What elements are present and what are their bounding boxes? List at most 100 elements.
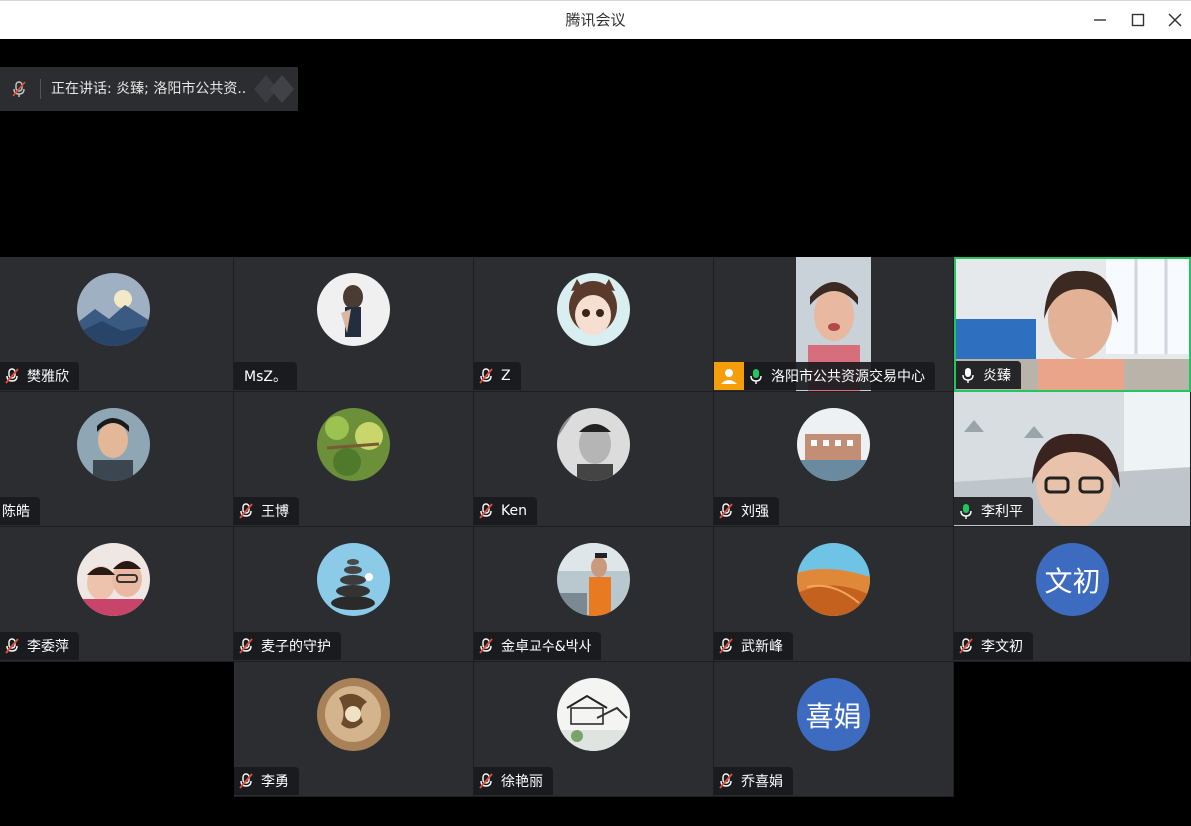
participant-tile[interactable]: 文初 李文初 — [954, 527, 1191, 662]
participant-tile[interactable]: 王博 — [234, 392, 474, 527]
nametag: MsZ。 — [234, 362, 297, 390]
participant-tile[interactable]: 陈皓 — [0, 392, 234, 527]
cartoon-avatar — [557, 273, 630, 346]
host-badge — [714, 362, 744, 390]
nametag: 李文初 — [954, 632, 1033, 660]
speaking-text: 正在讲话: 炎臻; 洛阳市公共资.. — [51, 81, 247, 97]
building-avatar — [797, 408, 870, 481]
empty-tile — [954, 662, 1191, 797]
participant-tile[interactable]: 李勇 — [234, 662, 474, 797]
nametag: 徐艳丽 — [474, 767, 553, 795]
participant-tile[interactable]: 喜娟 乔喜娟 — [714, 662, 954, 797]
mic-active-icon[interactable] — [745, 365, 767, 387]
participant-tile[interactable]: MsZ。 — [234, 257, 474, 392]
minimize-icon — [1094, 19, 1106, 21]
diamond-pattern-icon — [254, 75, 294, 103]
mic-muted-icon[interactable] — [475, 770, 497, 792]
mic-muted-icon[interactable] — [235, 635, 257, 657]
close-icon — [1168, 13, 1182, 27]
art-avatar — [317, 678, 390, 751]
nametag: 王博 — [234, 497, 299, 525]
nametag: 李勇 — [234, 767, 299, 795]
nametag: 麦子的守护 — [234, 632, 341, 660]
mic-active-icon[interactable] — [957, 364, 979, 386]
nametag: Z — [474, 362, 521, 390]
participant-name: 王博 — [261, 504, 289, 520]
nametag: 李利平 — [954, 497, 1033, 525]
title-bar: 腾讯会议 — [0, 0, 1191, 39]
speaking-fade — [248, 67, 298, 111]
participant-name: 陈皓 — [2, 504, 30, 520]
participant-name: 乔喜娟 — [741, 774, 783, 790]
nametag: 武新峰 — [714, 632, 793, 660]
mic-muted-icon[interactable] — [715, 500, 737, 522]
text-avatar: 文初 — [1036, 543, 1109, 616]
plant-avatar — [317, 408, 390, 481]
participant-name: Z — [501, 368, 511, 384]
participant-name: 徐艳丽 — [501, 774, 543, 790]
mic-active-icon[interactable] — [955, 500, 977, 522]
speaking-indicator[interactable]: 正在讲话: 炎臻; 洛阳市公共资.. — [0, 67, 298, 111]
participant-name: 武新峰 — [741, 639, 783, 655]
mic-muted-icon[interactable] — [475, 500, 497, 522]
window-title: 腾讯会议 — [565, 11, 626, 29]
mic-muted-icon — [10, 80, 28, 102]
nametag: Ken — [474, 497, 537, 525]
mic-muted-icon[interactable] — [1, 365, 23, 387]
nametag: 陈皓 — [0, 497, 40, 525]
participant-tile[interactable]: 刘强 — [714, 392, 954, 527]
mic-muted-icon[interactable] — [715, 770, 737, 792]
mic-muted-icon[interactable] — [1, 635, 23, 657]
participant-tile[interactable]: Ken — [474, 392, 714, 527]
empty-tile — [0, 662, 234, 797]
participant-tile[interactable]: 金卓교수&박사 — [474, 527, 714, 662]
nametag: 李委萍 — [0, 632, 79, 660]
participant-name: 李勇 — [261, 774, 289, 790]
participant-name: MsZ。 — [244, 369, 287, 385]
mic-muted-icon[interactable] — [475, 635, 497, 657]
person-icon — [721, 369, 737, 384]
participant-name: 麦子的守护 — [261, 639, 331, 655]
participant-tile[interactable]: 徐艳丽 — [474, 662, 714, 797]
stones-avatar — [317, 543, 390, 616]
participant-name: Ken — [501, 503, 527, 519]
nametag: 乔喜娟 — [714, 767, 793, 795]
text-avatar: 喜娟 — [797, 678, 870, 751]
mic-muted-icon[interactable] — [235, 500, 257, 522]
sketch-avatar — [557, 678, 630, 751]
minimize-button[interactable] — [1086, 7, 1114, 33]
nametag: 洛阳市公共资源交易中心 — [744, 362, 935, 390]
maximize-icon — [1131, 13, 1145, 27]
participant-tile[interactable]: 李委萍 — [0, 527, 234, 662]
participant-tile[interactable]: 麦子的守护 — [234, 527, 474, 662]
photo-avatar — [77, 408, 150, 481]
participant-tile[interactable]: Z — [474, 257, 714, 392]
participant-tile[interactable]: 李利平 — [954, 392, 1191, 527]
photo-avatar — [557, 543, 630, 616]
participant-name: 李委萍 — [27, 639, 69, 655]
close-button[interactable] — [1161, 7, 1189, 33]
divider — [40, 79, 41, 99]
landscape-avatar — [77, 273, 150, 346]
desert-avatar — [797, 543, 870, 616]
mic-muted-icon[interactable] — [955, 635, 977, 657]
participant-name: 樊雅欣 — [27, 369, 69, 385]
participant-name: 李文初 — [981, 639, 1023, 655]
participant-name: 金卓교수&박사 — [501, 639, 592, 655]
participant-name: 刘强 — [741, 504, 769, 520]
nametag: 炎臻 — [956, 361, 1021, 389]
maximize-button[interactable] — [1124, 7, 1152, 33]
photo-avatar — [557, 408, 630, 481]
mic-muted-icon[interactable] — [475, 365, 497, 387]
participant-name: 炎臻 — [983, 368, 1011, 384]
participant-tile[interactable]: 樊雅欣 — [0, 257, 234, 392]
nametag: 金卓교수&박사 — [474, 632, 602, 660]
mic-muted-icon[interactable] — [235, 770, 257, 792]
nametag: 刘强 — [714, 497, 779, 525]
nametag: 樊雅欣 — [0, 362, 79, 390]
mic-muted-icon[interactable] — [715, 635, 737, 657]
participant-tile[interactable]: 武新峰 — [714, 527, 954, 662]
participant-tile[interactable]: 洛阳市公共资源交易中心 — [714, 257, 954, 392]
participant-name: 洛阳市公共资源交易中心 — [771, 369, 925, 385]
participant-tile-active-speaker[interactable]: 炎臻 — [954, 257, 1191, 392]
